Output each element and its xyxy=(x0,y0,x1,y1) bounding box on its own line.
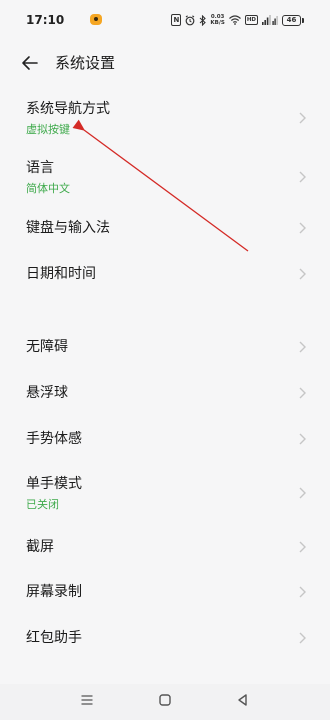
home-icon[interactable] xyxy=(158,693,172,707)
wifi-icon xyxy=(228,15,241,25)
chevron-right-icon xyxy=(299,541,306,552)
network-speed-unit: KB/S xyxy=(210,20,225,26)
battery-icon: 46 xyxy=(282,14,304,26)
settings-item-gestures-motions[interactable]: 手势体感 xyxy=(0,416,330,462)
item-label: 语言 xyxy=(26,159,54,176)
settings-item-language[interactable]: 语言 简体中文 xyxy=(0,148,330,205)
item-label: 单手模式 xyxy=(26,476,82,492)
chevron-right-icon xyxy=(299,433,306,445)
settings-item-date-time[interactable]: 日期和时间 xyxy=(0,251,330,297)
chevron-right-icon xyxy=(299,268,306,280)
chevron-right-icon xyxy=(299,586,306,598)
signal-icon xyxy=(262,15,278,25)
settings-item-screenshot[interactable]: 截屏 xyxy=(0,524,330,569)
settings-item-red-packet-assistant[interactable]: 红包助手 xyxy=(0,615,330,661)
app-notification-icon xyxy=(90,14,102,25)
settings-item-screen-recording[interactable]: 屏幕录制 xyxy=(0,569,330,615)
chevron-right-icon xyxy=(299,341,306,353)
settings-item-accessibility[interactable]: 无障碍 xyxy=(0,324,330,370)
nfc-icon: N xyxy=(171,14,182,26)
network-speed: 0.03 KB/S xyxy=(210,14,224,26)
item-label: 悬浮球 xyxy=(26,385,68,401)
item-label: 系统导航方式 xyxy=(26,101,110,117)
item-value: 简体中文 xyxy=(26,181,70,195)
bluetooth-icon xyxy=(200,14,207,26)
item-label: 屏幕录制 xyxy=(26,584,82,600)
chevron-right-icon xyxy=(299,171,306,182)
back-arrow-icon xyxy=(22,56,38,70)
item-value: 虚拟按键 xyxy=(26,123,70,136)
settings-item-keyboard-input[interactable]: 键盘与输入法 xyxy=(0,205,330,251)
item-label: 无障碍 xyxy=(26,339,68,355)
chevron-right-icon xyxy=(299,222,306,234)
item-label: 日期和时间 xyxy=(26,266,96,282)
chevron-right-icon xyxy=(299,387,306,399)
settings-item-one-handed-mode[interactable]: 单手模式 已关闭 xyxy=(0,462,330,524)
item-value: 已关闭 xyxy=(26,498,59,511)
hd-icon: HD xyxy=(244,15,258,25)
settings-item-navigation-mode[interactable]: 系统导航方式 虚拟按键 xyxy=(0,88,330,148)
chevron-right-icon xyxy=(299,632,306,644)
alarm-icon xyxy=(185,14,195,25)
item-label: 红包助手 xyxy=(26,630,82,646)
settings-item-floating-ball[interactable]: 悬浮球 xyxy=(0,370,330,416)
menu-icon[interactable] xyxy=(80,693,94,707)
status-icons: N 0.03 KB/S HD 46 xyxy=(171,13,304,27)
chevron-right-icon xyxy=(299,112,306,124)
back-button[interactable] xyxy=(21,55,39,71)
back-triangle-icon[interactable] xyxy=(236,693,250,707)
page-title: 系统设置 xyxy=(55,54,116,72)
item-label: 手势体感 xyxy=(26,431,82,447)
item-label: 键盘与输入法 xyxy=(26,220,110,236)
status-time: 17:10 xyxy=(26,13,65,27)
chevron-right-icon xyxy=(299,487,306,499)
status-bar: 17:10 N 0.03 KB/S HD 46 xyxy=(0,0,330,40)
item-label: 截屏 xyxy=(26,538,54,555)
system-nav-bar xyxy=(0,684,330,720)
